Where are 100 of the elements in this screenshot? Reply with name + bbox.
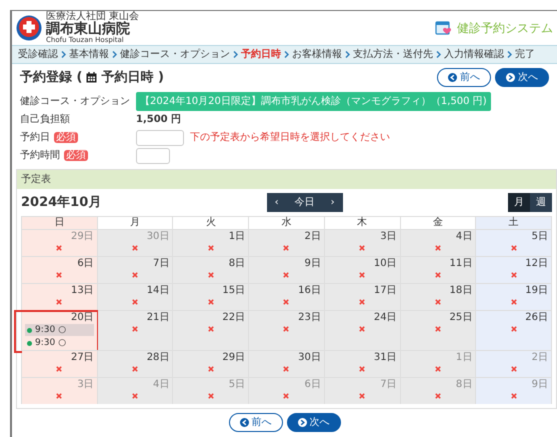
day-number: 28日 xyxy=(146,352,170,363)
day-number: 2日 xyxy=(304,231,321,242)
previous-button[interactable]: 前へ xyxy=(437,68,491,88)
required-badge: 必須 xyxy=(64,150,88,161)
weekday-header: 金 xyxy=(400,216,476,229)
day-number: 17日 xyxy=(374,285,397,296)
unavailable-x-icon xyxy=(208,272,214,278)
slot-time: 9:30 xyxy=(35,338,56,348)
breadcrumb-step: 支払方法・送付先 xyxy=(353,47,433,62)
day-number: 21日 xyxy=(146,312,170,323)
forward-arrow-icon xyxy=(298,418,306,427)
unavailable-x-icon xyxy=(510,366,517,372)
previous-month-button[interactable]: ‹ xyxy=(266,192,287,212)
weekday-header: 木 xyxy=(324,216,401,229)
day-number: 20日 xyxy=(70,312,94,323)
breadcrumb-step: お客様情報 xyxy=(292,47,342,62)
hint-text: 下の予定表から希望日時を選択してください xyxy=(190,130,390,145)
time-slot[interactable]: 9:30 ○ xyxy=(25,324,94,336)
day-number: 2日 xyxy=(532,352,548,363)
unavailable-x-icon xyxy=(283,366,290,372)
day-number: 1日 xyxy=(456,352,472,363)
unavailable-x-icon xyxy=(208,366,214,372)
back-arrow-icon xyxy=(240,418,248,427)
day-number: 14日 xyxy=(146,285,170,296)
weekday-header: 日 xyxy=(22,216,98,229)
available-dot-icon xyxy=(27,328,32,332)
day-number: 4日 xyxy=(456,231,472,242)
hospital-cross-logo-icon xyxy=(16,15,42,41)
amount-value: 1,500 円 xyxy=(136,113,182,127)
unavailable-x-icon xyxy=(510,299,517,305)
unavailable-x-icon xyxy=(283,299,290,305)
day-number: 15日 xyxy=(222,285,246,296)
unavailable-x-icon xyxy=(510,272,517,278)
day-number: 1日 xyxy=(228,231,246,242)
day-number: 6日 xyxy=(304,379,321,390)
weekday-header: 土 xyxy=(476,216,552,229)
day-number: 8日 xyxy=(456,379,472,390)
unavailable-x-icon xyxy=(510,245,517,251)
unavailable-x-icon xyxy=(56,272,62,278)
chevron-right-icon xyxy=(436,51,441,58)
date-input[interactable] xyxy=(136,130,184,146)
day-number: 3日 xyxy=(380,231,397,242)
day-number: 31日 xyxy=(374,352,397,363)
day-number: 3日 xyxy=(77,379,94,390)
unavailable-x-icon xyxy=(56,366,62,372)
day-number: 19日 xyxy=(525,285,548,296)
course-option-tag: 【2024年10月20日限定】調布市乳がん検診（マンモグラフィ）（1,500 円) xyxy=(136,92,491,110)
chevron-right-icon xyxy=(233,51,238,58)
chevron-right-icon xyxy=(61,51,66,58)
unavailable-x-icon xyxy=(434,366,441,372)
unavailable-x-icon xyxy=(359,299,366,305)
unavailable-x-icon xyxy=(56,393,62,399)
next-month-button[interactable]: › xyxy=(322,192,343,212)
field-label: 健診コース・オプション xyxy=(20,94,130,108)
breadcrumb-step: 健診コース・オプション xyxy=(120,47,230,62)
unavailable-x-icon xyxy=(132,245,138,251)
day-number: 23日 xyxy=(298,312,321,323)
page-title: 予約登録 ( xyxy=(20,69,82,87)
day-number: 5日 xyxy=(228,379,246,390)
unavailable-x-icon xyxy=(208,299,214,305)
breadcrumb-step: 入力情報確認 xyxy=(444,47,504,62)
back-arrow-icon xyxy=(448,73,457,82)
weekday-header: 月 xyxy=(98,216,174,229)
unavailable-x-icon xyxy=(434,299,441,305)
day-number: 11日 xyxy=(450,258,472,269)
day-number: 30日 xyxy=(146,231,170,242)
day-number: 4日 xyxy=(153,379,170,390)
unavailable-x-icon xyxy=(132,272,138,278)
unavailable-x-icon xyxy=(359,366,366,372)
unavailable-x-icon xyxy=(510,393,517,399)
unavailable-x-icon xyxy=(359,272,366,278)
day-number: 9日 xyxy=(304,258,321,269)
next-button[interactable]: 次へ xyxy=(286,413,340,432)
unavailable-x-icon xyxy=(132,326,138,332)
day-number: 27日 xyxy=(70,352,94,363)
view-toggle-tab[interactable]: 月 xyxy=(508,192,530,212)
time-input[interactable] xyxy=(136,148,170,164)
chevron-right-icon xyxy=(507,51,512,58)
time-slot[interactable]: 9:30 ○ xyxy=(25,337,94,349)
unavailable-x-icon xyxy=(56,299,62,305)
unavailable-x-icon xyxy=(510,326,517,332)
previous-button[interactable]: 前へ xyxy=(228,413,282,432)
today-button[interactable]: 今日 xyxy=(286,192,323,212)
panel-header: 予定表 xyxy=(17,170,556,188)
day-number: 8日 xyxy=(228,258,246,269)
unavailable-x-icon xyxy=(359,326,366,332)
unavailable-x-icon xyxy=(208,393,214,399)
day-number: 24日 xyxy=(374,312,397,323)
view-toggle-tab[interactable]: 週 xyxy=(530,192,552,212)
slot-mark: ○ xyxy=(58,338,66,348)
next-button[interactable]: 次へ xyxy=(495,68,549,88)
day-number: 5日 xyxy=(532,231,548,242)
available-dot-icon xyxy=(27,340,32,346)
day-number: 7日 xyxy=(153,258,170,269)
month-title: 2024年10月 xyxy=(21,194,102,212)
required-badge: 必須 xyxy=(54,132,78,143)
forward-arrow-icon xyxy=(506,73,515,82)
chevron-right-icon xyxy=(284,51,289,58)
day-number: 9日 xyxy=(532,379,548,390)
day-number: 12日 xyxy=(525,258,548,269)
